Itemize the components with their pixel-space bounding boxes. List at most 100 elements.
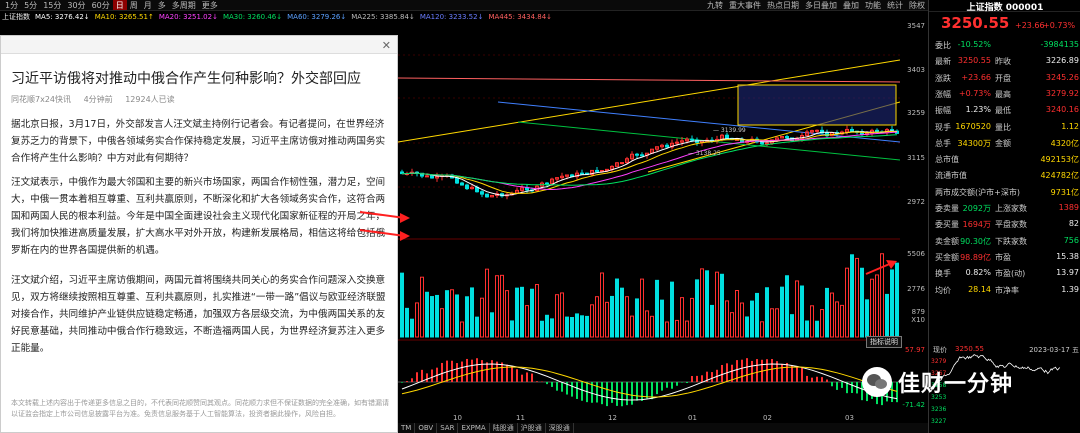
candle [580, 172, 584, 175]
arrow-line [865, 262, 893, 275]
quote-l1: 流通市值 [935, 171, 967, 181]
quote-l1: 最新 [935, 57, 951, 67]
period-tab[interactable]: 5分 [21, 0, 40, 10]
volume-bar [480, 297, 484, 338]
volume-bar [790, 314, 794, 338]
quote-l1: 委比 [935, 41, 951, 50]
toolbar-item[interactable]: 九转 [704, 0, 726, 10]
indicator-tab[interactable]: 沪股通 [518, 423, 546, 433]
indicator-tab[interactable]: 陆股通 [490, 423, 518, 433]
volume-bar [730, 312, 734, 338]
quote-row: 换手 0.82% 市盈(动) 13.97 [929, 268, 1080, 280]
price-tick: 3115 [907, 154, 925, 162]
candle [690, 138, 694, 141]
volume-bar [570, 317, 574, 338]
volume-bar [470, 287, 474, 338]
volume-bar [640, 278, 644, 338]
price-tick: 3403 [907, 66, 925, 74]
indicator-help-button[interactable]: 指标说明 [866, 336, 902, 348]
toolbar-item[interactable]: 功能 [862, 0, 884, 10]
period-tab[interactable]: 更多 [199, 0, 221, 10]
volume-bar [645, 310, 649, 338]
quote-l1: 均价 [935, 285, 951, 295]
volume-bar [540, 320, 544, 338]
candle [765, 142, 769, 145]
volume-bar [870, 278, 874, 338]
volume-bar [745, 316, 749, 338]
indicator-tab[interactable]: EXPMA [458, 423, 490, 433]
toolbar-item[interactable]: 热点日期 [764, 0, 802, 10]
article-paragraph-1: 据北京日报，3月17日，外交部发言人汪文斌主持例行记者会。有记者提问，在世界经济… [11, 119, 386, 164]
highlight-box [737, 84, 897, 126]
toolbar-item[interactable]: 除权 [906, 0, 928, 10]
toolbar-item[interactable]: 重大事件 [726, 0, 764, 10]
volume-bar [520, 286, 524, 338]
macd-tick: -71.42 [902, 401, 925, 409]
close-icon[interactable]: ✕ [382, 39, 391, 52]
ma-legend-item: MA445: 3434.84↓ [488, 12, 553, 21]
quote-v1: 1.23% [965, 105, 991, 115]
quote-v1: +23.66 [961, 72, 991, 82]
article-source: 同花顺7x24快讯 [11, 95, 72, 104]
quote-v2: 1.39 [1061, 284, 1079, 294]
toolbar-item[interactable]: 多日叠加 [802, 0, 840, 10]
candle [595, 169, 599, 173]
period-tab[interactable]: 15分 [40, 0, 64, 10]
indicator-tab[interactable]: OBV [415, 423, 438, 433]
ma-legend-item: MA60: 3279.26↓ [287, 12, 347, 21]
period-tab[interactable]: 多周期 [169, 0, 199, 10]
period-tab[interactable]: 日 [112, 0, 127, 10]
volume-bar [795, 280, 799, 338]
month-tick: 10 [453, 414, 462, 422]
toolbar-item[interactable]: 叠加 [840, 0, 862, 10]
volume-bar [465, 296, 469, 338]
indicator-tab[interactable]: 深股通 [546, 423, 574, 433]
quote-v1: 28.14 [968, 284, 991, 294]
quote-l2: 最高 [995, 89, 1011, 99]
candle [815, 129, 819, 132]
mini-tick: 3227 [931, 418, 946, 425]
period-tab[interactable]: 1分 [2, 0, 21, 10]
quote-row: 振幅 1.23% 最低 3240.16 [929, 105, 1080, 117]
quote-row: 买金额 98.89亿 市盈 15.38 [929, 252, 1080, 264]
candle [640, 154, 644, 157]
volume-bar [875, 274, 879, 338]
period-tab[interactable]: 周 [127, 0, 141, 10]
volume-bar [455, 294, 459, 338]
period-tab[interactable]: 多 [155, 0, 169, 10]
candle [455, 177, 459, 184]
indicator-tab[interactable]: TM [398, 423, 416, 433]
volume-bar [785, 275, 789, 338]
volume-bar [830, 292, 834, 338]
volume-bar [735, 289, 739, 338]
toolbar-item[interactable]: 统计 [884, 0, 906, 10]
candle [665, 144, 669, 148]
quote-l1: 现手 [935, 122, 951, 132]
volume-bar [780, 286, 784, 338]
kline-chart[interactable]: — 3139.99 — 3138.25 10 11 12 01 02 03 [398, 22, 900, 423]
period-toolbar: 1分 5分 15分 30分 60分日周月多多周期 更多 九转 重大事件 热点日期 多日叠加 叠加功… [0, 0, 928, 11]
period-tab[interactable]: 30分 [64, 0, 88, 10]
volume-bar [530, 288, 534, 338]
arrow-head [400, 213, 410, 223]
macd-tick: 57.97 [904, 346, 925, 354]
volume-bar [500, 274, 504, 338]
period-tab[interactable]: 月 [141, 0, 155, 10]
ma-legend-item: MA20: 3251.02↓ [158, 12, 218, 21]
candle [875, 129, 879, 133]
quote-row: 涨幅 +0.73% 最高 3279.92 [929, 89, 1080, 101]
quote-l1: 委卖量 [935, 204, 959, 213]
volume-bar [665, 321, 669, 338]
volume-bar [650, 315, 654, 338]
ma-legend-item: MA30: 3260.46↓ [222, 12, 283, 21]
candle [465, 184, 469, 190]
period-tab[interactable]: 60分 [89, 0, 113, 10]
month-tick: 02 [763, 414, 772, 422]
quote-v1: 90.30亿 [960, 236, 991, 246]
quote-v2: 13.97 [1056, 268, 1079, 278]
quote-v2: 1.12 [1061, 121, 1079, 131]
volume-bar [575, 313, 579, 338]
indicator-tab[interactable]: SAR [437, 423, 459, 433]
mini-price: 3250.55 [955, 345, 984, 353]
quote-v2: 4320亿 [1050, 138, 1079, 148]
